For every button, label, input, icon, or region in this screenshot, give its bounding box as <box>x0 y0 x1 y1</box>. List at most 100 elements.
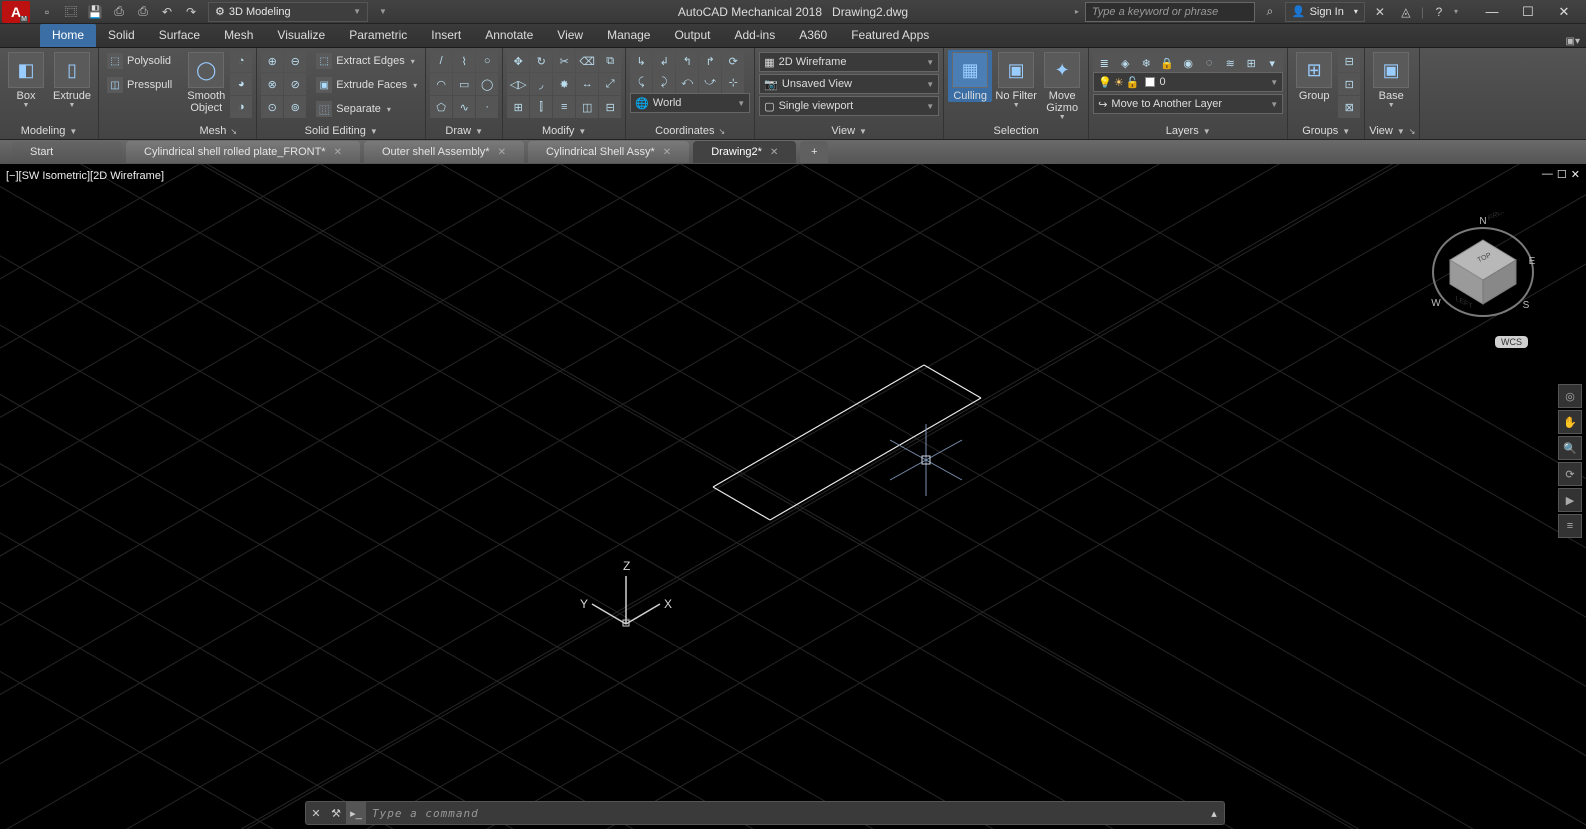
stretch-icon[interactable]: ↔ <box>576 73 598 95</box>
cmd-close-icon[interactable]: ✕ <box>306 802 326 824</box>
ucs-i9-icon[interactable]: ⤻ <box>699 71 721 93</box>
tab-manage[interactable]: Manage <box>595 24 662 47</box>
close-tab-icon[interactable]: ✕ <box>498 147 506 158</box>
mirror-icon[interactable]: ◁▷ <box>507 73 529 95</box>
ellipse-icon[interactable]: ◯ <box>476 73 498 95</box>
gp-i2-icon[interactable]: ⊡ <box>1338 73 1360 95</box>
panel-view-title[interactable]: View▼ <box>759 121 939 139</box>
qat-save-icon[interactable]: 💾 <box>84 1 106 23</box>
tab-annotate[interactable]: Annotate <box>473 24 545 47</box>
viewport[interactable]: X Y Z [−][SW Isometric][2D Wireframe] — … <box>0 164 1586 829</box>
nav-pan-icon[interactable]: ✋ <box>1558 410 1582 434</box>
line-icon[interactable]: / <box>430 50 452 72</box>
tab-home[interactable]: Home <box>40 24 96 47</box>
smooth-object-button[interactable]: ◯ Smooth Object <box>184 50 228 114</box>
qat-open-icon[interactable]: ⿴ <box>60 1 82 23</box>
filetab-2[interactable]: Cylindrical Shell Assy*✕ <box>528 141 689 163</box>
ly-i5-icon[interactable]: ◉ <box>1177 52 1199 74</box>
vp-maximize-icon[interactable]: ☐ <box>1557 168 1567 181</box>
ucs-i5-icon[interactable]: ⟳ <box>722 50 744 72</box>
ribbon-collapse-icon[interactable]: ▣▾ <box>1566 36 1580 47</box>
panel-modify-title[interactable]: Modify▼ <box>507 121 621 139</box>
nav-more-icon[interactable]: ≡ <box>1558 514 1582 538</box>
tab-visualize[interactable]: Visualize <box>265 24 337 47</box>
signin-button[interactable]: 👤 Sign In ▾ <box>1285 2 1365 22</box>
ucs-i10-icon[interactable]: ⊹ <box>722 71 744 93</box>
point-icon[interactable]: · <box>476 96 498 118</box>
visualstyle-dropdown[interactable]: ▦ 2D Wireframe ▼ <box>759 52 939 72</box>
wcs-badge[interactable]: WCS <box>1495 336 1528 348</box>
se-i1-icon[interactable]: ⊕ <box>261 50 283 72</box>
tab-surface[interactable]: Surface <box>147 24 212 47</box>
filetab-3[interactable]: Drawing2*✕ <box>693 141 796 163</box>
move-icon[interactable]: ✥ <box>507 50 529 72</box>
ly-i1-icon[interactable]: ≣ <box>1093 52 1115 74</box>
fillet-icon[interactable]: ◞ <box>530 73 552 95</box>
se-i2-icon[interactable]: ⊖ <box>284 50 306 72</box>
copy-icon[interactable]: ⧉ <box>599 50 621 72</box>
se-i5-icon[interactable]: ⊙ <box>261 96 283 118</box>
extrude-button[interactable]: ▯ Extrude ▼ <box>50 50 94 109</box>
extrude-faces-button[interactable]: ▣Extrude Faces▾ <box>312 74 421 96</box>
panel-layers-title[interactable]: Layers▼ <box>1093 121 1283 139</box>
movegizmo-button[interactable]: ✦ Move Gizmo ▼ <box>1040 50 1084 121</box>
se-i3-icon[interactable]: ⊗ <box>261 73 283 95</box>
maximize-button[interactable]: ☐ <box>1510 1 1546 23</box>
mod-i1-icon[interactable]: ◫ <box>576 96 598 118</box>
extract-edges-button[interactable]: ⬚Extract Edges▾ <box>312 50 421 72</box>
ucs-i6-icon[interactable]: ⤹ <box>630 71 652 93</box>
scale-icon[interactable]: ⤢ <box>599 73 621 95</box>
ucs-i3-icon[interactable]: ↰ <box>676 50 698 72</box>
filetab-1[interactable]: Outer shell Assembly*✕ <box>364 141 524 163</box>
ly-i9-icon[interactable]: ▾ <box>1261 52 1283 74</box>
ucs-i2-icon[interactable]: ↲ <box>653 50 675 72</box>
baseview-button[interactable]: ▣ Base ▼ <box>1369 50 1413 109</box>
ly-i8-icon[interactable]: ⊞ <box>1240 52 1262 74</box>
viewcube[interactable]: TOP LEFT FRONT N S E W <box>1428 212 1538 322</box>
nav-showmotion-icon[interactable]: ▶ <box>1558 488 1582 512</box>
ucs-world-dropdown[interactable]: 🌐 World ▼ <box>630 93 750 113</box>
nav-wheel-icon[interactable]: ◎ <box>1558 384 1582 408</box>
close-button[interactable]: ✕ <box>1546 1 1582 23</box>
ly-i6-icon[interactable]: ◌ <box>1198 52 1220 74</box>
panel-draw-title[interactable]: Draw▼ <box>430 121 498 139</box>
tab-mesh[interactable]: Mesh <box>212 24 265 47</box>
layer-current-dropdown[interactable]: 💡 ☀ 🔓 0 ▼ <box>1093 72 1283 92</box>
nav-zoom-icon[interactable]: 🔍 <box>1558 436 1582 460</box>
ly-i4-icon[interactable]: 🔒 <box>1156 52 1178 74</box>
qat-plot-icon[interactable]: ⎙ <box>132 1 154 23</box>
arc-icon[interactable]: ◠ <box>430 73 452 95</box>
cmd-customize-icon[interactable]: ⚒ <box>326 802 346 824</box>
align-icon[interactable]: ≡ <box>553 96 575 118</box>
qat-new-icon[interactable]: ▫ <box>36 1 58 23</box>
workspace-dropdown[interactable]: ⚙ 3D Modeling ▼ <box>208 2 368 22</box>
filetab-start[interactable]: Start <box>12 141 122 163</box>
qat-more-icon[interactable]: ▼ <box>372 1 394 23</box>
polysolid-button[interactable]: ⬚Polysolid <box>103 50 175 72</box>
panel-modeling-title[interactable]: Modeling▼ <box>4 121 94 139</box>
help-icon[interactable]: ? <box>1428 1 1450 23</box>
tab-view[interactable]: View <box>545 24 595 47</box>
qat-redo-icon[interactable]: ↷ <box>180 1 202 23</box>
gp-i1-icon[interactable]: ⊟ <box>1338 50 1360 72</box>
tab-output[interactable]: Output <box>662 24 722 47</box>
search-caret-icon[interactable]: ▸ <box>1075 7 1079 16</box>
se-i6-icon[interactable]: ⊚ <box>284 96 306 118</box>
rotate-icon[interactable]: ↻ <box>530 50 552 72</box>
mod-i2-icon[interactable]: ⊟ <box>599 96 621 118</box>
panel-coordinates-title[interactable]: Coordinates↘ <box>630 121 750 139</box>
mesh-b1-icon[interactable]: ◔ <box>230 50 252 72</box>
explode-icon[interactable]: ✸ <box>553 73 575 95</box>
ucs-i7-icon[interactable]: ⤸ <box>653 71 675 93</box>
offset-icon[interactable]: ⫿ <box>530 96 552 118</box>
gp-i3-icon[interactable]: ⊠ <box>1338 96 1360 118</box>
minimize-button[interactable]: — <box>1474 1 1510 23</box>
culling-button[interactable]: ▦ Culling <box>948 50 992 102</box>
spline-icon[interactable]: ∿ <box>453 96 475 118</box>
nav-orbit-icon[interactable]: ⟳ <box>1558 462 1582 486</box>
trim-icon[interactable]: ✂ <box>553 50 575 72</box>
filetab-new[interactable]: + <box>800 141 828 163</box>
panel-mesh-title[interactable]: Mesh↘ <box>184 121 252 139</box>
tab-parametric[interactable]: Parametric <box>337 24 419 47</box>
tab-insert[interactable]: Insert <box>419 24 473 47</box>
